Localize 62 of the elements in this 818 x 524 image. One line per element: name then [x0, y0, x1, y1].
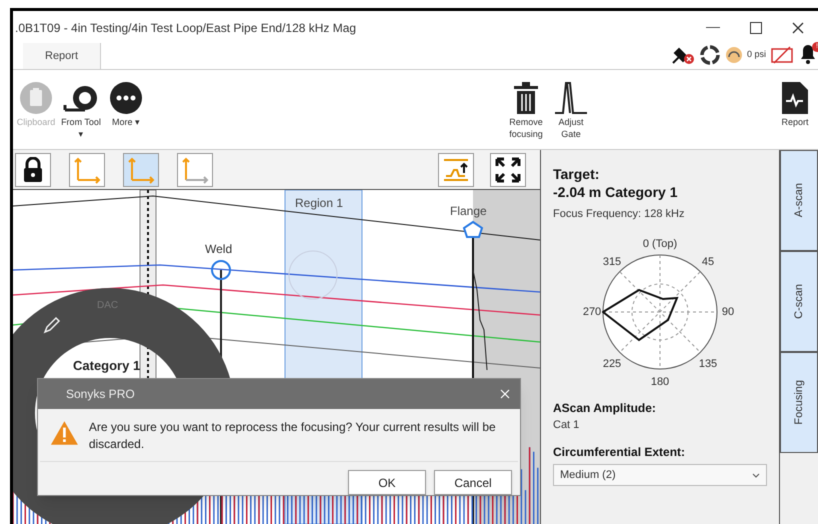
ring-icon	[698, 44, 721, 66]
toolbar-button[interactable]: More ▾	[106, 116, 146, 128]
clipboard-icon	[19, 81, 53, 115]
pencil-icon	[43, 316, 61, 334]
target-label: Target:	[553, 166, 600, 183]
amplitude-label: AScan Amplitude:	[553, 400, 657, 416]
lock-icon	[22, 156, 44, 182]
dialog-close-button[interactable]	[500, 389, 510, 399]
axes-icon	[73, 156, 101, 184]
polar-angle-label: 135	[698, 356, 718, 372]
extent-dropdown[interactable]: Medium (2)	[553, 464, 767, 486]
window-title: .0B1T09 - 4in Testing/4in Test Loop/East Pipe End/128 kHz Mag	[15, 20, 356, 36]
minimize-button[interactable]	[706, 26, 720, 28]
target-value: -2.04 m Category 1	[553, 183, 678, 202]
toolbar-button[interactable]: Report	[775, 116, 815, 128]
dialog-button[interactable]: Cancel	[434, 470, 512, 495]
report-document-icon	[781, 81, 809, 115]
side-tab[interactable]: A-scan	[780, 150, 818, 251]
toolbar-button[interactable]: From Tool ▾	[61, 116, 101, 140]
fullscreen-button[interactable]	[490, 152, 526, 186]
dialog-button[interactable]: OK	[348, 470, 426, 495]
more-icon	[109, 81, 143, 115]
ribbon-tab[interactable]: Report	[23, 43, 102, 69]
focus-frequency: Focus Frequency: 128 kHz	[553, 207, 686, 222]
polar-angle-label: 45	[702, 254, 714, 270]
extent-label: Circumferential Extent:	[553, 444, 686, 461]
weld-label: Weld	[205, 241, 232, 258]
polar-angle-label: 225	[602, 356, 622, 372]
close-button[interactable]	[792, 22, 804, 34]
unplugged-icon	[670, 45, 695, 65]
bell-icon	[800, 44, 816, 64]
gauge-icon	[724, 46, 743, 64]
polar-angle-label: 90	[722, 304, 734, 320]
pressure-reading: 0 psi	[746, 48, 766, 62]
gate-level-icon	[442, 156, 470, 182]
toolbar-button[interactable]: Adjust Gate	[551, 116, 591, 140]
gate-level-button[interactable]	[438, 152, 474, 186]
gate-pulse-icon	[554, 81, 588, 115]
dialog-title: Sonyks PRO	[66, 386, 135, 403]
axes-icon	[181, 156, 209, 184]
axes-icon	[127, 156, 155, 184]
plot-tool-button[interactable]	[15, 152, 51, 186]
polar-angle-label: 315	[602, 254, 622, 270]
expand-arrows-icon	[495, 156, 521, 182]
amplitude-value: Cat 1	[553, 418, 580, 432]
chevron-down-icon	[752, 472, 760, 478]
flange-label: Flange	[450, 203, 487, 220]
warning-icon	[50, 419, 79, 447]
trash-icon	[513, 81, 539, 115]
region-label: Region 1	[295, 195, 344, 212]
battery-off-icon	[770, 46, 796, 64]
polar-angle-label: 0 (Top)	[642, 236, 678, 252]
side-tab[interactable]: Focusing	[780, 352, 818, 453]
toolbar-button[interactable]: Remove focusing	[506, 116, 546, 140]
faint-circle	[288, 250, 338, 300]
maximize-button[interactable]	[750, 22, 762, 34]
tape-measure-icon	[63, 83, 99, 113]
side-tab[interactable]: C-scan	[780, 251, 818, 352]
dialog-message: Are you sure you want to reprocess the focusing? Your current results will be discarded.	[88, 419, 497, 453]
polar-angle-label: 180	[650, 374, 670, 390]
category-label: Category 1	[73, 357, 140, 375]
polar-angle-label: 270	[582, 304, 602, 320]
